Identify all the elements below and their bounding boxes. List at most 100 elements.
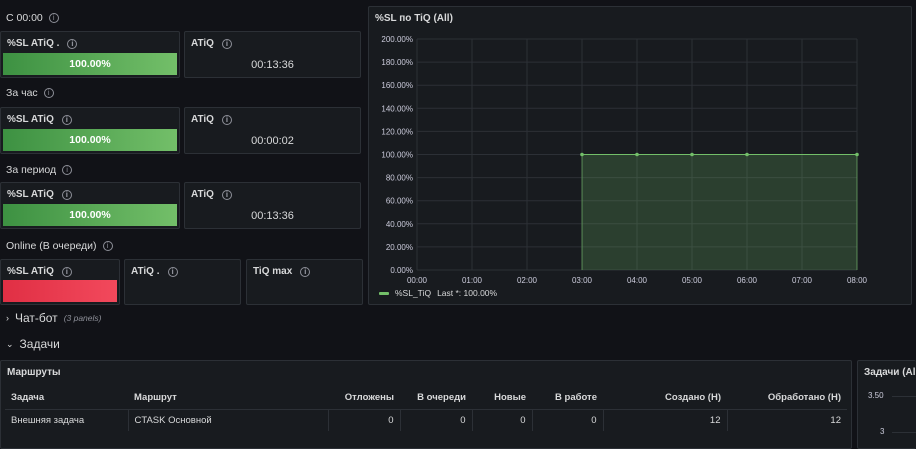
- y-tick-label: 60.00%: [386, 197, 413, 206]
- table-cell: 0: [328, 409, 401, 431]
- table-cell: 0: [472, 409, 533, 431]
- stat-panel-atiq-per-period: ATiQ i 00:13:36: [184, 182, 361, 229]
- info-icon[interactable]: i: [167, 266, 178, 277]
- x-tick-label: 06:00: [737, 276, 758, 285]
- info-icon[interactable]: i: [61, 189, 72, 200]
- info-icon[interactable]: i: [300, 266, 311, 277]
- panel-title: TiQ max: [253, 266, 293, 277]
- table-cell: 0: [400, 409, 473, 431]
- column-header[interactable]: Задача: [5, 387, 128, 409]
- stat-panel-tiqmax-online: TiQ max i: [246, 259, 363, 305]
- data-point: [745, 152, 749, 157]
- x-tick-label: 05:00: [682, 276, 703, 285]
- grid-line: [892, 396, 916, 397]
- row-tasks[interactable]: ⌄ Задачи: [6, 337, 60, 351]
- stat-panel-sl-since-midnight: %SL ATiQ . i 100.00%: [0, 31, 180, 78]
- panel-title: %SL ATiQ: [7, 266, 54, 277]
- atiq-value: 00:13:36: [251, 210, 294, 222]
- row-tasks-title: Задачи: [19, 337, 60, 351]
- section-per-hour: За час i: [6, 87, 54, 99]
- row-chatbot-title: Чат-бот: [15, 311, 58, 325]
- column-header[interactable]: В очереди: [400, 387, 472, 409]
- section-online-label: Online (В очереди): [6, 240, 97, 252]
- info-icon[interactable]: i: [221, 189, 232, 200]
- info-icon[interactable]: i: [67, 38, 78, 49]
- x-tick-label: 01:00: [462, 276, 483, 285]
- routes-panel: Маршруты Задача Маршрут Отложены В очере…: [0, 360, 852, 449]
- atiq-value: 00:00:02: [251, 135, 294, 147]
- info-icon[interactable]: i: [221, 114, 232, 125]
- x-tick-label: 02:00: [517, 276, 538, 285]
- x-tick-label: 00:00: [407, 276, 428, 285]
- x-tick-label: 03:00: [572, 276, 593, 285]
- table-cell: Внешняя задача: [5, 409, 129, 431]
- info-icon[interactable]: i: [43, 88, 54, 98]
- data-point: [690, 152, 694, 157]
- y-tick-label: 200.00%: [381, 35, 413, 44]
- panel-title: %SL ATiQ .: [7, 38, 60, 49]
- tasks-panel: Задачи (All 3.50 3: [857, 360, 916, 449]
- table-row: Внешняя задача CTASK Основной 0 0 0 0 12…: [5, 409, 847, 431]
- info-icon[interactable]: i: [48, 13, 59, 23]
- data-point: [580, 152, 584, 157]
- y-tick-label: 140.00%: [381, 104, 413, 113]
- table-cell: 12: [603, 409, 728, 431]
- panel-title: ATiQ .: [131, 266, 160, 277]
- row-chatbot[interactable]: › Чат-бот (3 panels): [6, 311, 102, 325]
- panel-title: %SL ATiQ: [7, 189, 54, 200]
- panel-title: Задачи (All: [864, 367, 916, 378]
- sl-tiq-chart: 0.00% 20.00% 40.00% 60.00% 80.00% 100.00% 120.…: [381, 35, 867, 285]
- stat-panel-atiq-since-midnight: ATiQ i 00:13:36: [184, 31, 361, 78]
- stat-panel-atiq-per-hour: ATiQ i 00:00:02: [184, 107, 361, 154]
- column-header[interactable]: Маршрут: [128, 387, 328, 409]
- sl-bar-red: [3, 280, 117, 302]
- section-online: Online (В очереди) i: [6, 240, 113, 252]
- y-tick-label: 0.00%: [390, 266, 413, 275]
- stat-panel-sl-per-hour: %SL ATiQ i 100.00%: [0, 107, 180, 154]
- sl-bar: 100.00%: [3, 53, 177, 75]
- info-icon[interactable]: i: [102, 241, 113, 251]
- y-tick-label: 160.00%: [381, 81, 413, 90]
- info-icon[interactable]: i: [62, 165, 73, 175]
- table-header-row: Задача Маршрут Отложены В очереди Новые …: [5, 387, 847, 409]
- sl-bar: 100.00%: [3, 129, 177, 151]
- y-tick-label: 20.00%: [386, 243, 413, 252]
- data-point: [635, 152, 639, 157]
- column-header[interactable]: В работе: [532, 387, 603, 409]
- legend-last-value: Last *: 100.00%: [437, 288, 498, 298]
- legend-series-name: %SL_TiQ: [395, 288, 432, 298]
- info-icon[interactable]: i: [61, 114, 72, 125]
- panel-title: ATiQ: [191, 114, 214, 125]
- panel-title: ATiQ: [191, 38, 214, 49]
- stat-panel-sl-online: %SL ATiQ i: [0, 259, 120, 305]
- column-header[interactable]: Новые: [472, 387, 532, 409]
- table-cell: 0: [532, 409, 604, 431]
- column-header[interactable]: Обработано (Н): [727, 387, 847, 409]
- row-chatbot-count: (3 panels): [63, 313, 102, 323]
- chevron-down-icon: ⌄: [6, 338, 14, 349]
- y-tick-label: 100.00%: [381, 151, 413, 160]
- table-cell: 12: [830, 414, 841, 426]
- column-header[interactable]: Отложены: [328, 387, 400, 409]
- section-per-period-label: За период: [6, 164, 57, 176]
- x-tick-label: 07:00: [792, 276, 813, 285]
- series-area: [582, 154, 857, 270]
- y-tick-label: 3.50: [868, 391, 884, 400]
- routes-table: Задача Маршрут Отложены В очереди Новые …: [5, 387, 847, 431]
- info-icon[interactable]: i: [61, 266, 72, 277]
- stat-panel-atiq-online: ATiQ . i: [124, 259, 241, 305]
- routes-table-wrap: Задача Маршрут Отложены В очереди Новые …: [5, 387, 847, 431]
- section-per-period: За период i: [6, 164, 73, 176]
- sl-bar: 100.00%: [3, 204, 177, 226]
- grid-line: [892, 432, 916, 433]
- data-point: [855, 152, 859, 157]
- section-since-midnight: С 00:00 i: [6, 12, 59, 24]
- stat-panel-sl-per-period: %SL ATiQ i 100.00%: [0, 182, 180, 229]
- column-header[interactable]: Создано (Н): [603, 387, 727, 409]
- table-cell: CTASK Основной: [128, 409, 329, 431]
- panel-title: ATiQ: [191, 189, 214, 200]
- section-per-hour-label: За час: [6, 87, 38, 99]
- atiq-value: 00:13:36: [251, 59, 294, 71]
- chart-legend[interactable]: %SL_TiQ Last *: 100.00%: [379, 288, 497, 298]
- info-icon[interactable]: i: [221, 38, 232, 49]
